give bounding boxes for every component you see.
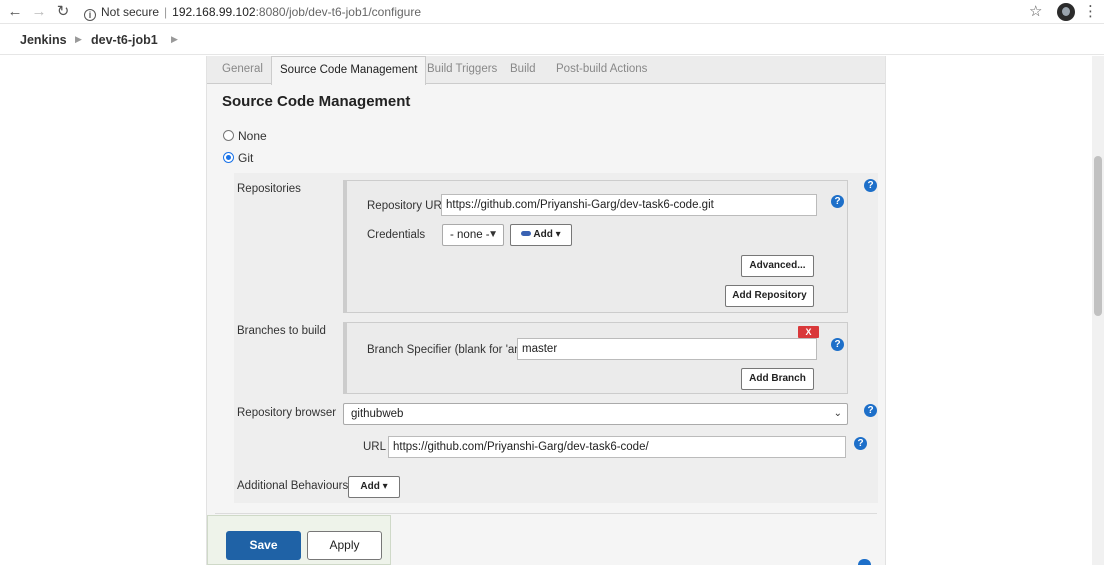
advanced-button[interactable]: Advanced... — [741, 255, 814, 277]
chevron-down-icon: ▼ — [488, 229, 498, 240]
repositories-label: Repositories — [237, 183, 301, 195]
tab-build[interactable]: Build — [510, 63, 536, 75]
page-scrollbar[interactable] — [1092, 56, 1104, 565]
tab-source-code-management[interactable]: Source Code Management — [271, 56, 427, 85]
repositories-help-icon[interactable]: ? — [864, 179, 877, 192]
branches-label: Branches to build — [237, 325, 326, 337]
delete-branch-button[interactable]: X — [798, 326, 819, 338]
branch-specifier-label: Branch Specifier (blank for 'any') — [367, 344, 533, 356]
additional-behaviours-label: Additional Behaviours — [237, 480, 349, 492]
credentials-selected: - none - — [450, 229, 490, 241]
radio-none[interactable] — [223, 130, 234, 141]
address-bar[interactable]: i Not secure | 192.168.99.102:8080/job/dev-… — [84, 3, 421, 21]
form-action-bar: Save Apply — [207, 515, 391, 565]
credentials-add-button[interactable]: Add ▾ — [510, 224, 572, 246]
apply-button[interactable]: Apply — [307, 531, 382, 560]
breadcrumb-job[interactable]: dev-t6-job1 — [91, 33, 158, 47]
forward-icon[interactable]: → — [30, 3, 48, 21]
breadcrumb-jenkins[interactable]: Jenkins — [20, 33, 67, 47]
caret-down-icon: ▾ — [555, 229, 561, 240]
info-icon[interactable]: i — [84, 9, 96, 21]
credentials-select[interactable]: - none - ▼ — [442, 224, 504, 246]
kebab-menu-icon[interactable]: ⋮ — [1083, 2, 1098, 20]
security-label: Not secure — [101, 5, 160, 19]
breadcrumb-arrow-icon[interactable]: ▶ — [75, 34, 82, 45]
repository-url-help-icon[interactable]: ? — [831, 195, 844, 208]
repository-browser-label: Repository browser — [237, 407, 337, 419]
repository-box: Repository URL Credentials - none -▼ Add… — [343, 180, 848, 313]
key-icon — [521, 231, 532, 236]
tab-post-build-actions[interactable]: Post-build Actions — [556, 63, 647, 75]
repository-browser-select[interactable]: githubweb ⌄ — [343, 403, 848, 425]
config-tabs: General Source Code Management Build Tri… — [207, 56, 885, 85]
config-form: General Source Code Management Build Tri… — [206, 56, 886, 565]
repository-browser-help-icon[interactable]: ? — [864, 404, 877, 417]
repository-url-label: Repository URL — [367, 200, 449, 212]
repository-url-input[interactable] — [441, 194, 817, 216]
branch-specifier-help-icon[interactable]: ? — [831, 338, 844, 351]
chevron-down-icon: ⌄ — [833, 408, 842, 419]
additional-add-label: Add — [360, 481, 380, 492]
url-host: 192.168.99.102 — [172, 5, 256, 19]
branch-specifier-input[interactable] — [517, 338, 817, 360]
browser-toolbar: ← → ↻ i Not secure | 192.168.99.102:8080/jo… — [0, 0, 1104, 24]
scrollbar-thumb[interactable] — [1094, 156, 1102, 316]
reload-icon[interactable]: ↻ — [54, 3, 72, 21]
credentials-label: Credentials — [367, 229, 426, 241]
tab-build-triggers[interactable]: Build Triggers — [427, 63, 497, 75]
browser-url-label: URL — [363, 441, 387, 453]
star-icon[interactable]: ☆ — [1029, 2, 1042, 20]
radio-git-label[interactable]: Git — [238, 151, 253, 165]
section-divider — [215, 513, 877, 514]
credentials-add-label: Add — [533, 229, 553, 240]
add-repository-button[interactable]: Add Repository — [725, 285, 814, 307]
additional-behaviours-add-button[interactable]: Add ▾ — [348, 476, 400, 498]
git-settings-panel: Repositories Repository URL Credentials … — [234, 173, 878, 503]
tab-general[interactable]: General — [222, 63, 263, 75]
radio-git[interactable] — [223, 152, 234, 163]
back-icon[interactable]: ← — [6, 3, 24, 21]
add-branch-button[interactable]: Add Branch — [741, 368, 814, 390]
build-triggers-help-icon[interactable] — [858, 559, 871, 565]
profile-avatar[interactable] — [1057, 3, 1075, 21]
repository-browser-selected: githubweb — [351, 408, 404, 420]
address-separator: | — [164, 5, 168, 19]
caret-down-icon: ▾ — [382, 481, 388, 492]
browser-url-input[interactable] — [388, 436, 846, 458]
breadcrumb: Jenkins ▶ dev-t6-job1 ▶ — [0, 25, 1104, 55]
url-path: :8080/job/dev-t6-job1/configure — [255, 5, 422, 19]
branch-box: X Branch Specifier (blank for 'any') Add… — [343, 322, 848, 394]
save-button[interactable]: Save — [226, 531, 301, 560]
radio-none-label[interactable]: None — [238, 129, 267, 143]
section-title: Source Code Management — [222, 93, 411, 110]
breadcrumb-arrow-icon[interactable]: ▶ — [171, 34, 178, 45]
browser-url-help-icon[interactable]: ? — [854, 437, 867, 450]
